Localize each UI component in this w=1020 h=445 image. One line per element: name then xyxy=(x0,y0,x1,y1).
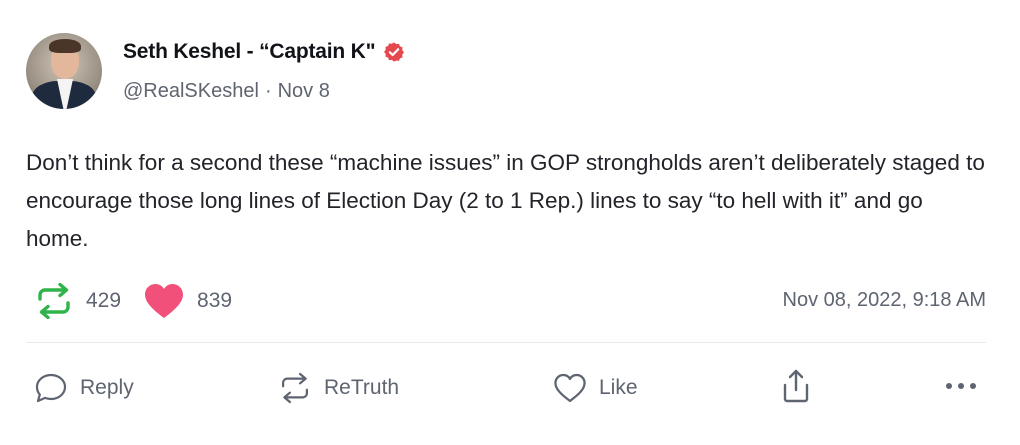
verified-badge-icon xyxy=(383,41,405,63)
heart-outline-icon xyxy=(553,372,587,404)
share-icon xyxy=(781,368,811,404)
divider xyxy=(26,342,986,343)
post-timestamp[interactable]: Nov 08, 2022, 9:18 AM xyxy=(783,289,986,312)
retruth-button[interactable]: ReTruth xyxy=(278,372,399,404)
retruth-icon xyxy=(278,372,312,404)
like-count: 839 xyxy=(197,289,233,312)
author-handle[interactable]: @RealSKeshel xyxy=(123,80,259,103)
like-stat[interactable]: 839 xyxy=(143,282,232,320)
ellipsis-icon xyxy=(944,374,978,398)
reply-button[interactable]: Reply xyxy=(34,372,134,404)
heart-filled-icon xyxy=(143,282,185,320)
truth-post-card: Seth Keshel - “Captain K" @RealSKeshel ·… xyxy=(0,0,1020,445)
like-label: Like xyxy=(599,376,638,399)
reply-label: Reply xyxy=(80,376,134,399)
avatar[interactable] xyxy=(26,33,102,109)
author-display-name[interactable]: Seth Keshel - “Captain K" xyxy=(123,40,376,64)
more-options-button[interactable] xyxy=(944,374,978,398)
share-button[interactable] xyxy=(781,368,811,404)
like-button[interactable]: Like xyxy=(553,372,638,404)
post-body-text: Don’t think for a second these “machine … xyxy=(26,150,985,251)
author-name-row: Seth Keshel - “Captain K" xyxy=(123,40,405,64)
speech-bubble-icon xyxy=(34,372,68,404)
retruth-icon xyxy=(34,283,74,319)
retruth-stat[interactable]: 429 xyxy=(34,283,121,319)
post-actions-bar: Reply ReTruth Like xyxy=(0,366,1020,408)
post-stats: 429 839 xyxy=(34,282,254,320)
meta-separator: · xyxy=(264,80,272,102)
retruth-count: 429 xyxy=(86,289,122,312)
retruth-label: ReTruth xyxy=(324,376,400,399)
post-relative-date[interactable]: Nov 8 xyxy=(278,80,330,103)
author-meta-row: @RealSKeshel · Nov 8 xyxy=(123,80,330,103)
avatar-hair xyxy=(49,39,81,53)
